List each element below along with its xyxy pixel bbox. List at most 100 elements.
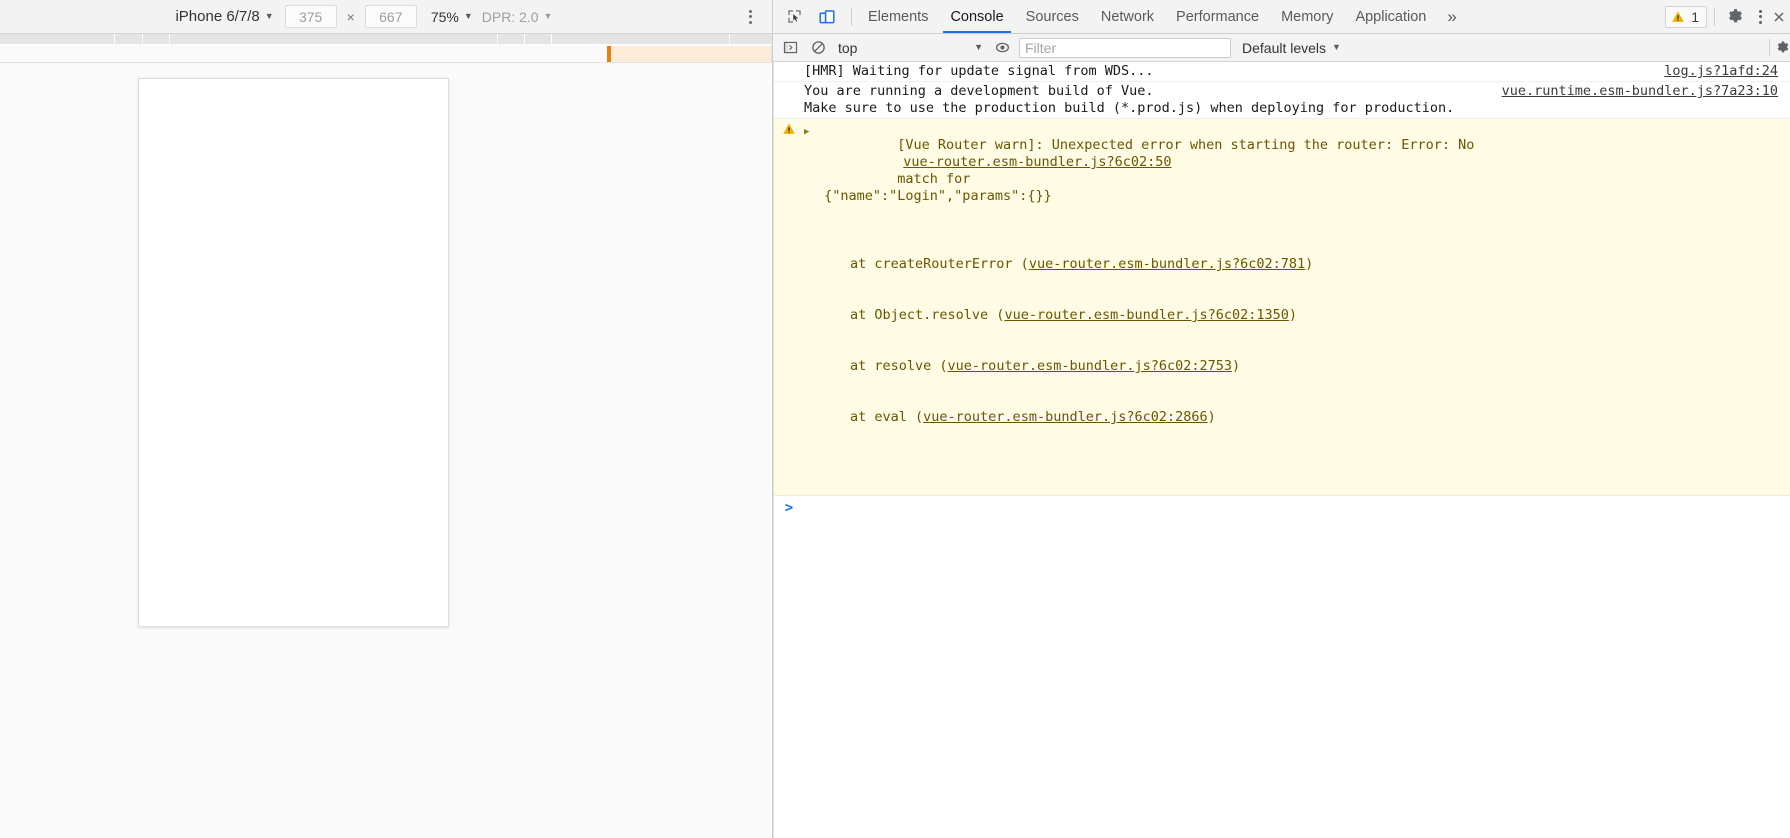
stack-frame-link[interactable]: vue-router.esm-bundler.js?6c02:2753: [948, 358, 1232, 374]
log-levels-select[interactable]: Default levels ▼: [1242, 40, 1341, 56]
console-prompt[interactable]: >: [774, 496, 1790, 521]
ruler-tick: [729, 34, 730, 45]
device-emulation-panel: iPhone 6/7/8 ▼ 375 × 667 75% ▼ DPR: 2.0 …: [0, 0, 773, 838]
console-prompt-input[interactable]: [804, 500, 1790, 517]
dpr-select[interactable]: DPR: 2.0 ▼: [482, 9, 553, 25]
warning-message-head: [Vue Router warn]: Unexpected error when…: [897, 137, 1475, 153]
zoom-select[interactable]: 75% ▼: [431, 9, 473, 25]
stack-frame-link[interactable]: vue-router.esm-bundler.js?6c02:781: [1029, 256, 1305, 272]
stack-frame-fn: at eval (: [850, 409, 924, 425]
kebab-dot: [1758, 20, 1762, 24]
emulated-viewport[interactable]: [138, 78, 449, 627]
console-settings-gear-icon[interactable]: [1776, 37, 1790, 59]
inspect-cursor-glyph: [787, 10, 801, 23]
warning-triangle-icon: [1672, 10, 1684, 22]
stack-frame-link[interactable]: vue-router.esm-bundler.js?6c02:1350: [1004, 307, 1288, 323]
viewport-height-input[interactable]: 667: [364, 5, 417, 28]
more-tabs-button[interactable]: »: [1437, 0, 1466, 33]
console-message-warning[interactable]: ▶ [Vue Router warn]: Unexpected error wh…: [774, 119, 1790, 496]
device-toolbar: iPhone 6/7/8 ▼ 375 × 667 75% ▼ DPR: 2.0 …: [0, 0, 772, 34]
gear-icon[interactable]: [1722, 4, 1748, 30]
tab-label: Application: [1355, 8, 1427, 25]
sidebar-toggle-glyph: [783, 41, 797, 54]
devtools-main-menu-button[interactable]: [1750, 6, 1770, 28]
ruler-tick: [524, 34, 525, 45]
message-gutter: [774, 120, 804, 136]
inspect-element-icon[interactable]: [780, 3, 808, 31]
kebab-dot: [748, 15, 752, 18]
devtools-window: iPhone 6/7/8 ▼ 375 × 667 75% ▼ DPR: 2.0 …: [0, 0, 1790, 838]
chevron-down-icon: ▼: [463, 11, 473, 21]
console-settings-glyph: [1777, 41, 1789, 53]
toolbar-divider: [1714, 7, 1715, 26]
tab-label: Performance: [1176, 8, 1260, 25]
zoom-value-label: 75%: [430, 8, 459, 25]
kebab-dot: [748, 9, 752, 13]
stack-frame-close: ): [1305, 256, 1314, 272]
tab-elements[interactable]: Elements: [857, 0, 939, 33]
console-message-source-link[interactable]: log.js?1afd:24: [1656, 63, 1790, 80]
tab-performance[interactable]: Performance: [1165, 0, 1270, 33]
execution-context-select[interactable]: top ▼: [835, 38, 985, 58]
message-expand-arrow[interactable]: ▶: [804, 120, 816, 141]
ruler-tick: [551, 34, 552, 45]
console-message-text: [HMR] Waiting for update signal from WDS…: [804, 63, 1154, 79]
devtools-pane: Elements Console Sources Network Perform…: [773, 0, 1790, 838]
media-query-inspector[interactable]: [0, 45, 772, 63]
stack-frame: at createRouterError (vue-router.esm-bun…: [816, 256, 1782, 273]
viewport-height-value: 667: [379, 8, 403, 25]
console-message-source-link[interactable]: vue.runtime.esm-bundler.js?7a23:10: [1494, 83, 1790, 100]
console-prompt-chevron: >: [784, 500, 794, 516]
warning-count-label: 1: [1691, 8, 1699, 25]
tab-memory[interactable]: Memory: [1270, 0, 1344, 33]
toolbar-divider: [851, 7, 852, 26]
close-icon[interactable]: [1772, 4, 1788, 30]
stack-frame-fn: at resolve (: [850, 358, 948, 374]
console-message-list[interactable]: [HMR] Waiting for update signal from WDS…: [773, 62, 1790, 838]
console-sidebar-icon[interactable]: [779, 37, 801, 59]
chevron-down-icon: ▼: [543, 11, 553, 21]
stack-frame-fn: at createRouterError (: [850, 256, 1029, 272]
viewport-ruler[interactable]: [0, 34, 772, 45]
warning-count-badge[interactable]: 1: [1665, 5, 1707, 28]
settings-gear-glyph: [1728, 9, 1742, 23]
stack-trace: at createRouterError (vue-router.esm-bun…: [816, 222, 1782, 460]
stack-frame-close: ): [1288, 307, 1298, 323]
tab-label: Memory: [1281, 8, 1334, 25]
device-select[interactable]: iPhone 6/7/8 ▼: [173, 8, 275, 25]
kebab-dot: [748, 20, 752, 24]
tab-network[interactable]: Network: [1090, 0, 1165, 33]
tab-application[interactable]: Application: [1344, 0, 1437, 33]
panel-tabs: Elements Console Sources Network Perform…: [857, 0, 1467, 33]
device-toolbar-menu-button[interactable]: [742, 9, 758, 25]
clear-console-glyph: [811, 41, 825, 54]
dimension-separator: ×: [346, 8, 355, 25]
stack-frame-link[interactable]: vue-router.esm-bundler.js?6c02:2866: [923, 409, 1207, 425]
console-message-log[interactable]: You are running a development build of V…: [774, 82, 1790, 119]
chevron-down-icon: ▼: [974, 42, 983, 52]
warning-message-rest: match for {"name":"Login","params":{}}: [824, 171, 1052, 204]
stack-frame-close: ): [1232, 358, 1241, 374]
live-expression-eye-icon[interactable]: [991, 37, 1013, 59]
console-filter-input[interactable]: [1019, 37, 1231, 58]
tab-label: Console: [950, 8, 1004, 25]
device-toggle-glyph: [819, 9, 835, 23]
stack-frame: at eval (vue-router.esm-bundler.js?6c02:…: [816, 409, 1782, 426]
log-levels-label: Default levels: [1242, 39, 1327, 56]
viewport-width-value: 375: [298, 8, 323, 25]
console-message-source-link[interactable]: vue-router.esm-bundler.js?6c02:50: [897, 154, 1183, 170]
chevron-down-icon: ▼: [1332, 42, 1341, 52]
tab-sources[interactable]: Sources: [1015, 0, 1090, 33]
tab-label: Elements: [868, 8, 929, 25]
chevron-down-icon: ▼: [264, 11, 274, 21]
media-query-band[interactable]: [607, 46, 772, 62]
tab-console[interactable]: Console: [939, 0, 1014, 33]
clear-console-icon[interactable]: [807, 37, 829, 59]
toolbar-divider: [1769, 39, 1770, 56]
viewport-width-input[interactable]: 375: [284, 5, 337, 28]
warning-message-body: [Vue Router warn]: Unexpected error when…: [816, 120, 1790, 494]
ruler-tick: [142, 34, 143, 45]
console-message-log[interactable]: [HMR] Waiting for update signal from WDS…: [774, 62, 1790, 82]
device-toolbar-icon[interactable]: [813, 3, 841, 31]
device-name-label: iPhone 6/7/8: [175, 8, 260, 25]
